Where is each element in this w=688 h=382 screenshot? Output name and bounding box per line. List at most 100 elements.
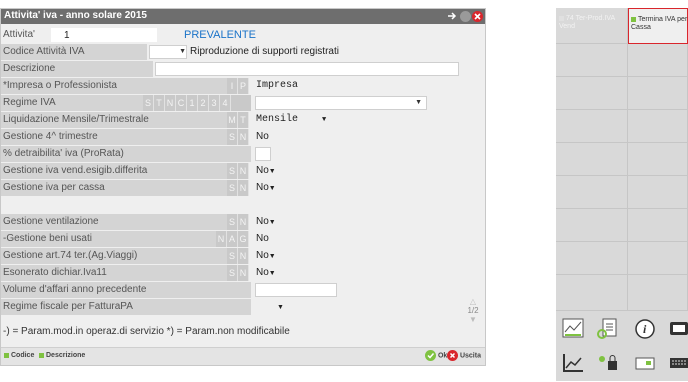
ok-button[interactable]: Ok (425, 350, 447, 361)
graph-icon[interactable] (562, 352, 598, 382)
codice-select[interactable]: ▼ (149, 45, 187, 59)
scroll-down-icon[interactable]: ▼ (463, 315, 483, 324)
volume-label: Volume d'affari anno precedente (1, 282, 251, 298)
card-icon[interactable] (634, 352, 670, 382)
volume-row: Volume d'affari anno precedente (1, 281, 461, 298)
regime-fpa-row: Regime fiscale per FatturaPA ▼ (1, 298, 461, 315)
regime-fpa-label: Regime fiscale per FatturaPA (1, 299, 251, 315)
btn-termina-iva-cassa[interactable]: Termina IVA per Cassa (628, 8, 688, 44)
panel-empty-cell (628, 44, 688, 77)
scroll-up-icon[interactable]: △ (463, 297, 483, 306)
panel-empty-cell (556, 77, 628, 110)
panel-empty-cell (556, 143, 628, 176)
esonerato-flags: S N (227, 265, 249, 281)
dialog-title: Attivita' iva - anno solare 2015 (4, 10, 147, 21)
codice-description: Riproduzione di supporti registrati (190, 46, 339, 57)
usati-flags: N A G (216, 231, 249, 247)
page-indicator: 1/2 (467, 306, 479, 315)
regime-flags: S T N C 1 2 3 4 (143, 95, 251, 111)
info-icon[interactable]: i (634, 318, 670, 348)
panel-empty-cell (628, 143, 688, 176)
ventilazione-label: Gestione ventilazione (1, 214, 227, 230)
panel-empty-cell (556, 209, 628, 242)
esonerato-select[interactable]: No▼ (256, 266, 276, 281)
impresa-row: *Impresa o Professionista I P Impresa (1, 77, 461, 94)
liquidazione-select[interactable]: Mensile ▼ (256, 113, 326, 127)
regime-label: Regime IVA (1, 95, 143, 111)
gestione4-flags: S N (227, 129, 249, 145)
usati-row: -Gestione beni usati N A G No (1, 230, 461, 247)
panel-empty-cell (628, 209, 688, 242)
esigib-label: Gestione iva vend.esigib.differita (1, 163, 227, 179)
pin-icon[interactable] (447, 11, 458, 22)
panel-empty-cell (556, 275, 628, 311)
attivita-field[interactable]: 1 (51, 28, 157, 42)
panel-empty-cell (628, 110, 688, 143)
impresa-flags: I P (227, 78, 249, 94)
prorata-label: % detraibilita' iva (ProRata) (1, 146, 251, 162)
panel-empty-cell (628, 275, 688, 311)
volume-input[interactable] (255, 283, 337, 297)
minimize-icon[interactable] (460, 11, 471, 22)
esonerato-row: Esonerato dichiar.Iva11 S N No▼ (1, 264, 461, 281)
footer-note: -) = Param.mod.in operaz.di servizio *) … (3, 326, 290, 337)
prorata-input[interactable] (255, 147, 271, 161)
close-icon[interactable] (472, 11, 483, 22)
monitor-icon[interactable] (668, 318, 688, 348)
attivita-row: Attivita' 1 PREVALENTE (1, 26, 461, 43)
gestione4-row: Gestione 4^ trimestre S N No (1, 128, 461, 145)
gestione4-value: No (256, 131, 269, 142)
panel-empty-cell (556, 176, 628, 209)
ventilazione-row: Gestione ventilazione S N No▼ (1, 213, 461, 230)
regime-fpa-select[interactable]: ▼ (277, 300, 284, 315)
art74-label: Gestione art.74 ter.(Ag.Viaggi) (1, 248, 227, 264)
usati-label: -Gestione beni usati (1, 231, 216, 247)
btn-74ter-prod-iva[interactable]: 74 Ter-Prod.IVA Vend (556, 8, 628, 44)
cassa-flags: S N (227, 180, 249, 196)
esigib-select[interactable]: No▼ (256, 164, 276, 179)
ventilazione-flags: S N (227, 214, 249, 230)
codice-key-button[interactable]: Codice (4, 352, 34, 359)
art74-flags: S N (227, 248, 249, 264)
panel-empty-cell (628, 176, 688, 209)
gestione4-label: Gestione 4^ trimestre (1, 129, 227, 145)
impresa-label: *Impresa o Professionista (1, 78, 227, 94)
liquidazione-flags: M T (227, 112, 249, 128)
ventilazione-select[interactable]: No▼ (256, 215, 276, 230)
exit-icon (447, 350, 458, 361)
descrizione-key-button[interactable]: Descrizione (39, 352, 85, 359)
codice-row: Codice Attività IVA ▼ Riproduzione di su… (1, 43, 461, 60)
cassa-row: Gestione iva per cassa S N No▼ (1, 179, 461, 196)
panel-empty-cell (556, 242, 628, 275)
scroll-indicator[interactable]: △ 1/2 ▼ (463, 297, 483, 337)
document-search-icon[interactable] (596, 318, 632, 348)
codice-label: Codice Attività IVA (1, 44, 147, 60)
descrizione-row: Descrizione (1, 60, 461, 77)
prorata-row: % detraibilita' iva (ProRata) (1, 145, 461, 162)
chart-report-icon[interactable] (562, 318, 598, 348)
iva-dialog: Attivita' iva - anno solare 2015 Attivit… (0, 8, 486, 366)
cassa-select[interactable]: No▼ (256, 181, 276, 196)
keyboard-icon[interactable] (668, 352, 688, 382)
prevalente-label: PREVALENTE (184, 29, 256, 41)
panel-empty-cell (556, 44, 628, 77)
ok-icon (425, 350, 436, 361)
function-key-bar: Codice Descrizione Ok Uscita (1, 347, 485, 365)
lock-document-icon[interactable] (596, 352, 632, 382)
art74-row: Gestione art.74 ter.(Ag.Viaggi) S N No▼ (1, 247, 461, 264)
liquidazione-label: Liquidazione Mensile/Trimestrale (1, 112, 227, 128)
liquidazione-row: Liquidazione Mensile/Trimestrale M T Men… (1, 111, 461, 128)
esigib-flags: S N (227, 163, 249, 179)
impresa-value: Impresa (256, 80, 299, 91)
art74-select[interactable]: No▼ (256, 249, 276, 264)
regime-select[interactable]: ▼ (255, 96, 427, 110)
usati-value: No (256, 233, 269, 244)
uscita-button[interactable]: Uscita (447, 350, 481, 361)
panel-empty-cell (628, 77, 688, 110)
cassa-label: Gestione iva per cassa (1, 180, 227, 196)
panel-empty-cell (628, 242, 688, 275)
dialog-titlebar: Attivita' iva - anno solare 2015 (1, 9, 485, 24)
descrizione-input[interactable] (155, 62, 459, 76)
attivita-label: Attivita' (3, 29, 35, 40)
esigib-row: Gestione iva vend.esigib.differita S N N… (1, 162, 461, 179)
